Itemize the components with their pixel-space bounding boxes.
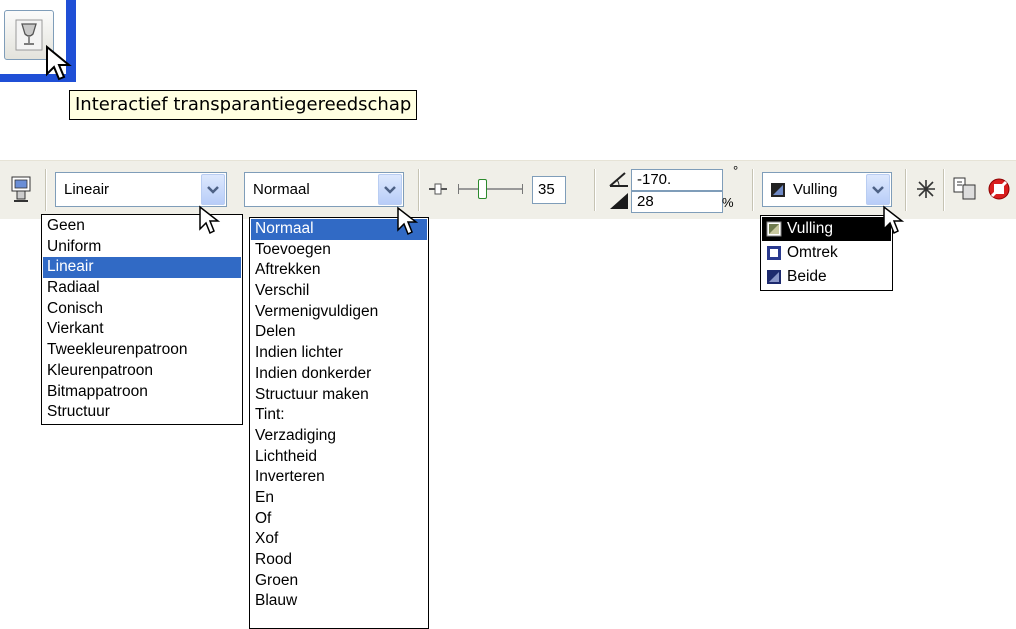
list-item[interactable]: Structuur xyxy=(43,402,241,423)
toolbar-separator xyxy=(905,169,907,211)
mouse-pointer-icon xyxy=(46,44,72,81)
list-item[interactable]: Toevoegen xyxy=(251,240,427,261)
list-item[interactable]: Vierkant xyxy=(43,319,241,340)
chevron-down-icon xyxy=(384,186,396,194)
list-item[interactable]: Aftrekken xyxy=(251,260,427,281)
transparency-mode-dropdown-button[interactable] xyxy=(378,174,402,205)
transparency-type-list[interactable]: Geen Uniform Lineair Radiaal Conisch Vie… xyxy=(41,214,243,425)
list-item[interactable]: Verzadiging xyxy=(251,426,427,447)
list-item[interactable]: Tweekleurenpatroon xyxy=(43,340,241,361)
transparency-value-input[interactable]: 35 xyxy=(532,176,566,204)
copy-transparency-icon[interactable] xyxy=(952,176,978,202)
transparency-target-dropdown-button[interactable] xyxy=(866,174,890,205)
list-item[interactable]: Of xyxy=(251,509,427,530)
list-item[interactable]: Conisch xyxy=(43,299,241,320)
transparency-target-combo[interactable]: Vulling xyxy=(762,172,892,207)
percent-unit: % xyxy=(722,195,734,210)
transparency-mode-combo[interactable]: Normaal xyxy=(244,172,404,207)
list-item-label: Beide xyxy=(787,268,827,285)
clear-transparency-icon[interactable] xyxy=(986,176,1012,202)
transparency-mode-list[interactable]: Normaal Toevoegen Aftrekken Verschil Ver… xyxy=(249,217,429,629)
transparency-slider-icon xyxy=(429,183,447,195)
list-item[interactable]: En xyxy=(251,488,427,509)
toolbar-separator xyxy=(752,169,754,211)
edge-pad-icon xyxy=(610,193,628,209)
transparency-presets-icon[interactable] xyxy=(10,175,36,203)
fill-icon xyxy=(771,183,785,197)
chevron-down-icon xyxy=(872,186,884,194)
list-item[interactable]: Radiaal xyxy=(43,278,241,299)
list-item[interactable]: Beide xyxy=(762,265,891,289)
property-bar: Lineair Normaal 35 -170. 28 ° % Vulling xyxy=(0,160,1016,219)
chevron-down-icon xyxy=(207,186,219,194)
list-item-selected[interactable]: Normaal xyxy=(251,219,427,240)
list-item[interactable]: Vermenigvuldigen xyxy=(251,302,427,323)
list-item[interactable]: Bitmappatroon xyxy=(43,382,241,403)
degree-unit: ° xyxy=(733,163,739,178)
list-item-selected[interactable]: Vulling xyxy=(762,217,891,241)
outline-icon xyxy=(767,245,781,260)
list-item[interactable]: Groen xyxy=(251,571,427,592)
list-item[interactable]: Uniform xyxy=(43,237,241,258)
list-item[interactable]: Kleurenpatroon xyxy=(43,361,241,382)
slider-thumb[interactable] xyxy=(478,179,487,199)
list-item[interactable]: Delen xyxy=(251,322,427,343)
list-item[interactable]: Structuur maken xyxy=(251,385,427,406)
transparency-type-value: Lineair xyxy=(64,181,110,198)
list-item[interactable]: Rood xyxy=(251,550,427,571)
transparency-tool-area xyxy=(0,0,76,82)
transparency-type-combo[interactable]: Lineair xyxy=(55,172,227,207)
freeze-icon[interactable] xyxy=(915,178,937,200)
angle-value: -170. xyxy=(637,171,672,188)
toolbar-separator xyxy=(594,169,596,211)
fill-icon xyxy=(766,221,782,237)
list-item[interactable]: Lichtheid xyxy=(251,447,427,468)
angle-icon xyxy=(609,172,628,187)
list-item[interactable]: Indien donkerder xyxy=(251,364,427,385)
edge-pad-input[interactable]: 28 xyxy=(631,191,723,213)
list-item[interactable]: Omtrek xyxy=(762,241,891,265)
toolbar-separator xyxy=(943,169,945,211)
list-item[interactable]: Geen xyxy=(43,216,241,237)
transparency-type-dropdown-button[interactable] xyxy=(201,174,225,205)
both-icon xyxy=(767,269,781,284)
transparency-slider[interactable] xyxy=(456,177,526,201)
list-item-selected[interactable]: Lineair xyxy=(43,257,241,279)
transparency-target-list[interactable]: Vulling Omtrek Beide xyxy=(760,215,893,291)
toolbar-separator xyxy=(418,169,420,211)
list-item[interactable]: Xof xyxy=(251,529,427,550)
angle-input[interactable]: -170. xyxy=(631,169,723,191)
list-item[interactable]: Indien lichter xyxy=(251,343,427,364)
transparency-mode-value: Normaal xyxy=(253,181,310,198)
list-item-label: Vulling xyxy=(787,220,833,237)
list-item[interactable]: Verschil xyxy=(251,281,427,302)
list-item[interactable]: Tint: xyxy=(251,405,427,426)
list-item[interactable]: Blauw xyxy=(251,591,427,612)
transparency-value: 35 xyxy=(538,181,555,198)
edge-pad-value: 28 xyxy=(637,193,654,210)
toolbar-separator xyxy=(45,169,47,211)
transparency-target-value: Vulling xyxy=(793,181,838,198)
list-item[interactable]: Inverteren xyxy=(251,467,427,488)
list-item-label: Omtrek xyxy=(787,244,838,261)
tool-tooltip: Interactief transparantiegereedschap xyxy=(69,90,418,120)
